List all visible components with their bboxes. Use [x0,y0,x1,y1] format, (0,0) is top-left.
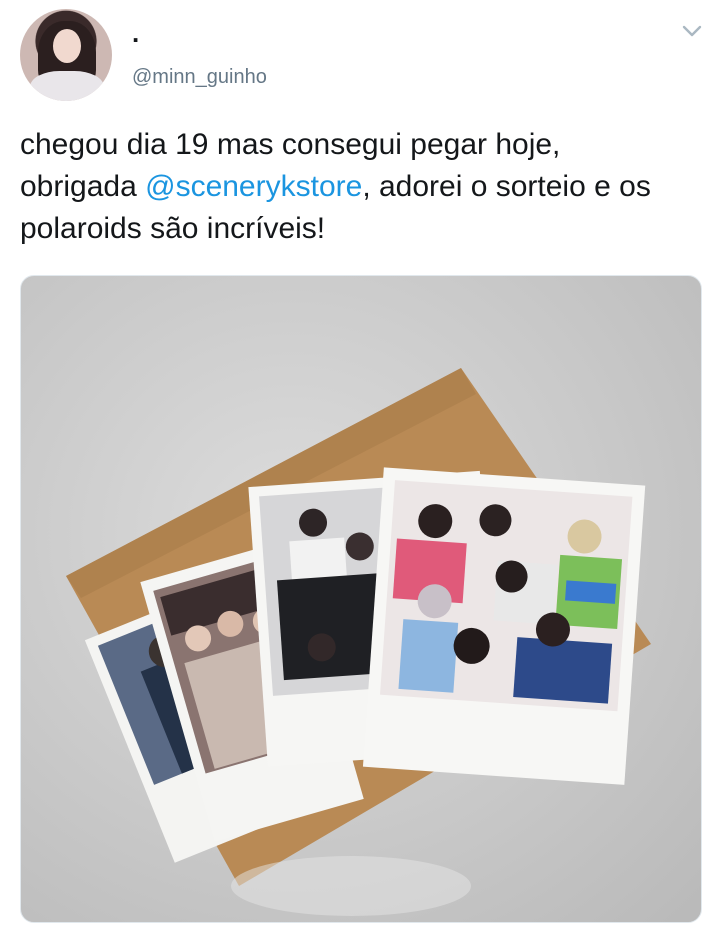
mention-link[interactable]: @scenerykstore [145,170,362,203]
avatar-body [30,71,104,101]
tweet-text: chegou dia 19 mas consegui pegar hoje, o… [20,124,700,250]
chevron-down-icon[interactable] [682,24,702,38]
polaroids-photo-illustration [66,368,651,916]
avatar-face [53,29,81,63]
polaroid-4 [362,467,646,785]
tweet-photo[interactable] [20,275,702,923]
user-handle[interactable]: @minn_guinho [132,66,267,89]
display-name[interactable]: . [132,18,139,49]
profile-avatar[interactable] [20,9,112,101]
